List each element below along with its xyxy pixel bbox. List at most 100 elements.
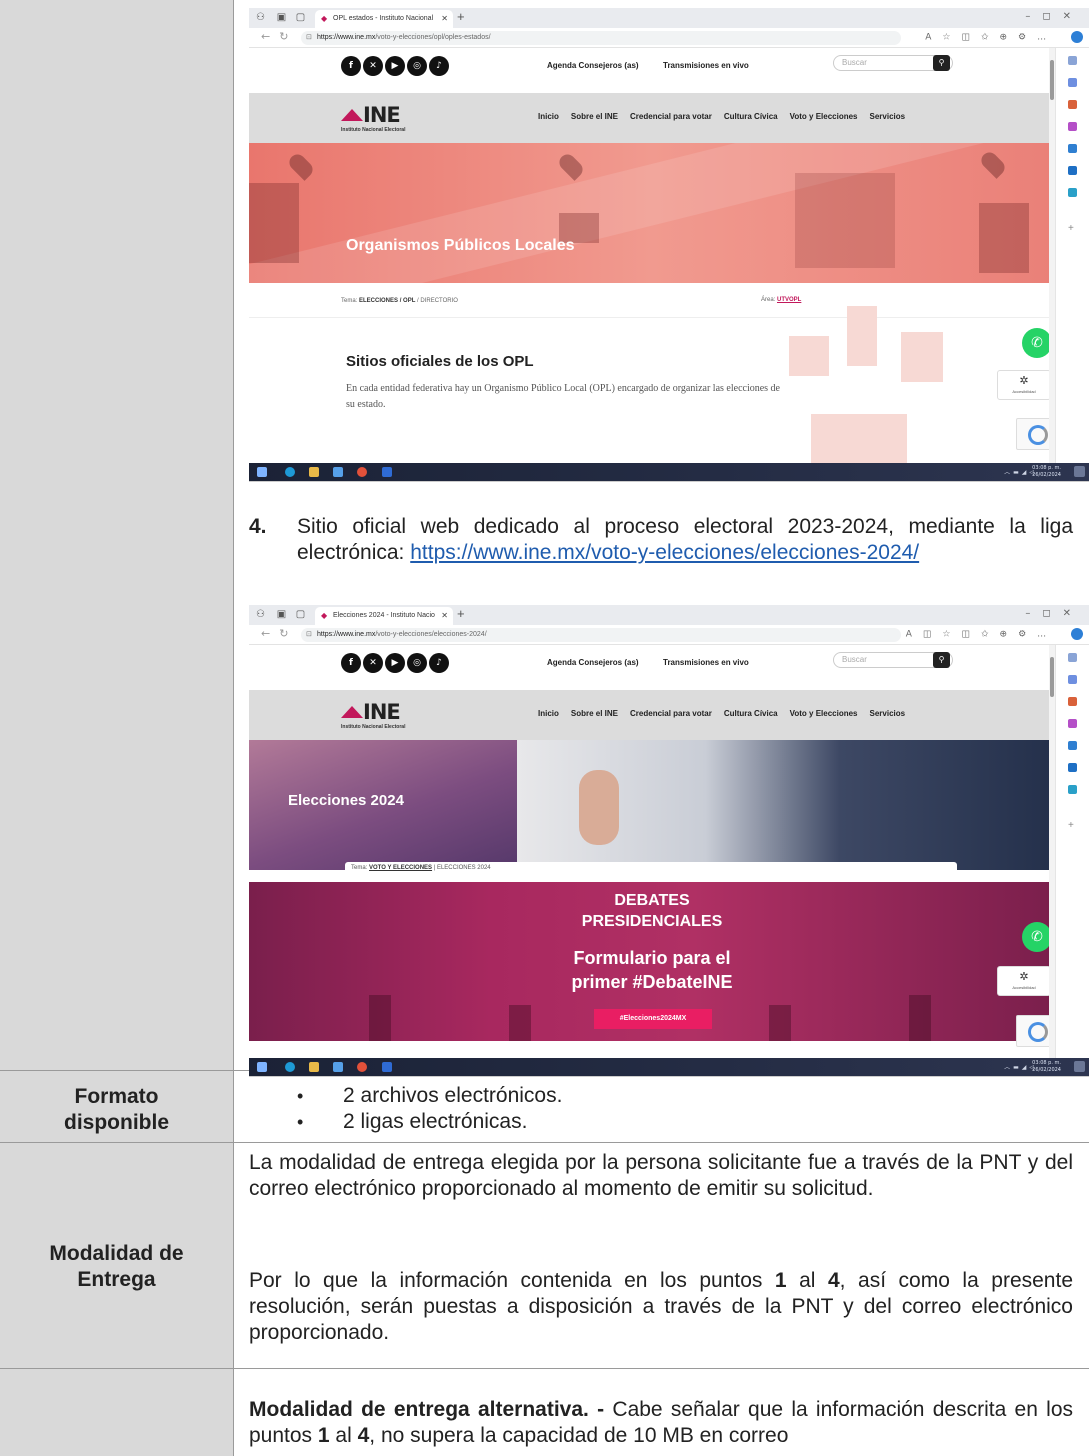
edge-copilot-icon[interactable] <box>1071 628 1083 640</box>
edge-copilot-icon[interactable] <box>1071 31 1083 43</box>
menu-voto[interactable]: Voto y Elecciones <box>790 709 858 718</box>
games-icon[interactable] <box>1068 719 1077 728</box>
word-taskbar-icon[interactable] <box>382 1062 392 1072</box>
outlook-icon[interactable] <box>1068 166 1077 175</box>
browser-tab[interactable]: ◆ OPL estados - Instituto Nacional ✕ <box>315 10 453 28</box>
ine-logo-text: INE <box>363 700 401 724</box>
toolbar-icons[interactable]: A◫☆◫✩⊕⚙… <box>906 628 1083 640</box>
transmisiones-link[interactable]: Transmisiones en vivo <box>663 61 749 70</box>
drop-icon[interactable] <box>1068 785 1077 794</box>
map-pin-icon <box>556 151 586 181</box>
youtube-icon[interactable]: ▶ <box>385 56 405 76</box>
back-refresh-icons[interactable]: ←↻ <box>261 627 297 640</box>
item-4-link[interactable]: https://www.ine.mx/voto-y-elecciones/ele… <box>410 541 919 564</box>
menu-sobre[interactable]: Sobre el INE <box>571 112 618 121</box>
browser-tab[interactable]: ◆ Elecciones 2024 - Instituto Nacio ✕ <box>315 607 453 625</box>
instagram-icon[interactable]: ◎ <box>407 653 427 673</box>
add-icon[interactable]: + <box>1068 821 1077 831</box>
instagram-icon[interactable]: ◎ <box>407 56 427 76</box>
tab-actions-icon[interactable]: ▢ <box>295 609 306 620</box>
agenda-link[interactable]: Agenda Consejeros (as) <box>547 61 639 70</box>
url-field[interactable]: ⊡ https://www.ine.mx/voto-y-elecciones/e… <box>301 628 901 642</box>
agenda-link[interactable]: Agenda Consejeros (as) <box>547 658 639 667</box>
notifications-icon[interactable] <box>1074 1061 1085 1072</box>
back-refresh-icons[interactable]: ←↻ <box>261 30 297 43</box>
close-tab-icon[interactable]: ✕ <box>441 10 448 28</box>
office-icon[interactable] <box>1068 144 1077 153</box>
tools-icon[interactable] <box>1068 697 1077 706</box>
menu-cultura[interactable]: Cultura Cívica <box>724 112 778 121</box>
new-tab-icon[interactable]: + <box>457 9 465 24</box>
notifications-icon[interactable] <box>1074 466 1085 477</box>
transmisiones-link[interactable]: Transmisiones en vivo <box>663 658 749 667</box>
edge-taskbar-icon[interactable] <box>285 1062 295 1072</box>
shopping-icon[interactable] <box>1068 78 1077 87</box>
new-tab-icon[interactable]: + <box>457 606 465 621</box>
close-tab-icon[interactable]: ✕ <box>441 607 448 625</box>
drop-icon[interactable] <box>1068 188 1077 197</box>
menu-cultura[interactable]: Cultura Cívica <box>724 709 778 718</box>
add-icon[interactable]: + <box>1068 224 1077 234</box>
edge-taskbar-icon[interactable] <box>285 467 295 477</box>
windows-start-icon[interactable] <box>257 1062 267 1072</box>
profile-icon[interactable]: ⚇ <box>255 609 266 620</box>
url-field[interactable]: ⊡ https://www.ine.mx/voto-y-elecciones/o… <box>301 31 901 45</box>
whatsapp-icon[interactable]: ✆ <box>1022 922 1052 952</box>
chrome-taskbar-icon[interactable] <box>357 467 367 477</box>
area-link[interactable]: UTVOPL <box>777 297 801 303</box>
banner-heading: DEBATES PRESIDENCIALES <box>249 890 1055 932</box>
chrome-taskbar-icon[interactable] <box>357 1062 367 1072</box>
toolbar-icons[interactable]: A☆◫✩⊕⚙… <box>925 31 1083 43</box>
x-icon[interactable]: ✕ <box>363 56 383 76</box>
menu-inicio[interactable]: Inicio <box>538 709 559 718</box>
scrollbar-thumb[interactable] <box>1050 657 1054 697</box>
explorer-taskbar-icon[interactable] <box>309 1062 319 1072</box>
tab-actions-icon[interactable]: ▢ <box>295 12 306 23</box>
collections-icon[interactable]: ▣ <box>276 609 287 620</box>
menu-voto[interactable]: Voto y Elecciones <box>790 112 858 121</box>
accessibility-button[interactable]: Accesibilidad <box>997 370 1051 400</box>
ine-logo[interactable]: INE Instituto Nacional Electoral <box>341 103 405 133</box>
office-icon[interactable] <box>1068 741 1077 750</box>
accessibility-button[interactable]: Accesibilidad <box>997 966 1051 996</box>
search-icon[interactable]: ⚲ <box>933 55 950 71</box>
teams-taskbar-icon[interactable] <box>333 467 343 477</box>
tiktok-icon[interactable]: ♪ <box>429 56 449 76</box>
facebook-icon[interactable]: f <box>341 56 361 76</box>
item-4-number: 4. <box>249 515 267 538</box>
ine-logo[interactable]: INE Instituto Nacional Electoral <box>341 700 405 730</box>
search-icon[interactable]: ⚲ <box>933 652 950 668</box>
teams-taskbar-icon[interactable] <box>333 1062 343 1072</box>
menu-sobre[interactable]: Sobre el INE <box>571 709 618 718</box>
profile-icon[interactable]: ⚇ <box>255 12 266 23</box>
clock-date: 26/02/2024 <box>1032 1067 1061 1073</box>
shopping-icon[interactable] <box>1068 675 1077 684</box>
debates-banner[interactable]: DEBATES PRESIDENCIALES Formulario para el… <box>249 882 1055 1041</box>
collections-icon[interactable]: ▣ <box>276 12 287 23</box>
breadcrumb-link[interactable]: ELECCIONES / OPL <box>359 298 415 304</box>
whatsapp-icon[interactable]: ✆ <box>1022 328 1052 358</box>
menu-inicio[interactable]: Inicio <box>538 112 559 121</box>
menu-credencial[interactable]: Credencial para votar <box>630 112 712 121</box>
youtube-icon[interactable]: ▶ <box>385 653 405 673</box>
scrollbar-thumb[interactable] <box>1050 60 1054 100</box>
breadcrumb-link[interactable]: VOTO Y ELECCIONES <box>369 865 432 871</box>
menu-credencial[interactable]: Credencial para votar <box>630 709 712 718</box>
menu-servicios[interactable]: Servicios <box>870 709 906 718</box>
tools-icon[interactable] <box>1068 100 1077 109</box>
search-sidebar-icon[interactable] <box>1068 56 1077 65</box>
x-icon[interactable]: ✕ <box>363 653 383 673</box>
menu-servicios[interactable]: Servicios <box>870 112 906 121</box>
word-taskbar-icon[interactable] <box>382 467 392 477</box>
games-icon[interactable] <box>1068 122 1077 131</box>
tiktok-icon[interactable]: ♪ <box>429 653 449 673</box>
ine-logo-mark <box>341 706 363 718</box>
outlook-icon[interactable] <box>1068 763 1077 772</box>
breadcrumb-text: Tema: ELECCIONES / OPL / DIRECTORIO <box>341 298 458 304</box>
window-controls[interactable]: –◻✕ <box>1025 11 1083 22</box>
facebook-icon[interactable]: f <box>341 653 361 673</box>
window-controls[interactable]: –◻✕ <box>1025 608 1083 619</box>
search-sidebar-icon[interactable] <box>1068 653 1077 662</box>
explorer-taskbar-icon[interactable] <box>309 467 319 477</box>
windows-start-icon[interactable] <box>257 467 267 477</box>
